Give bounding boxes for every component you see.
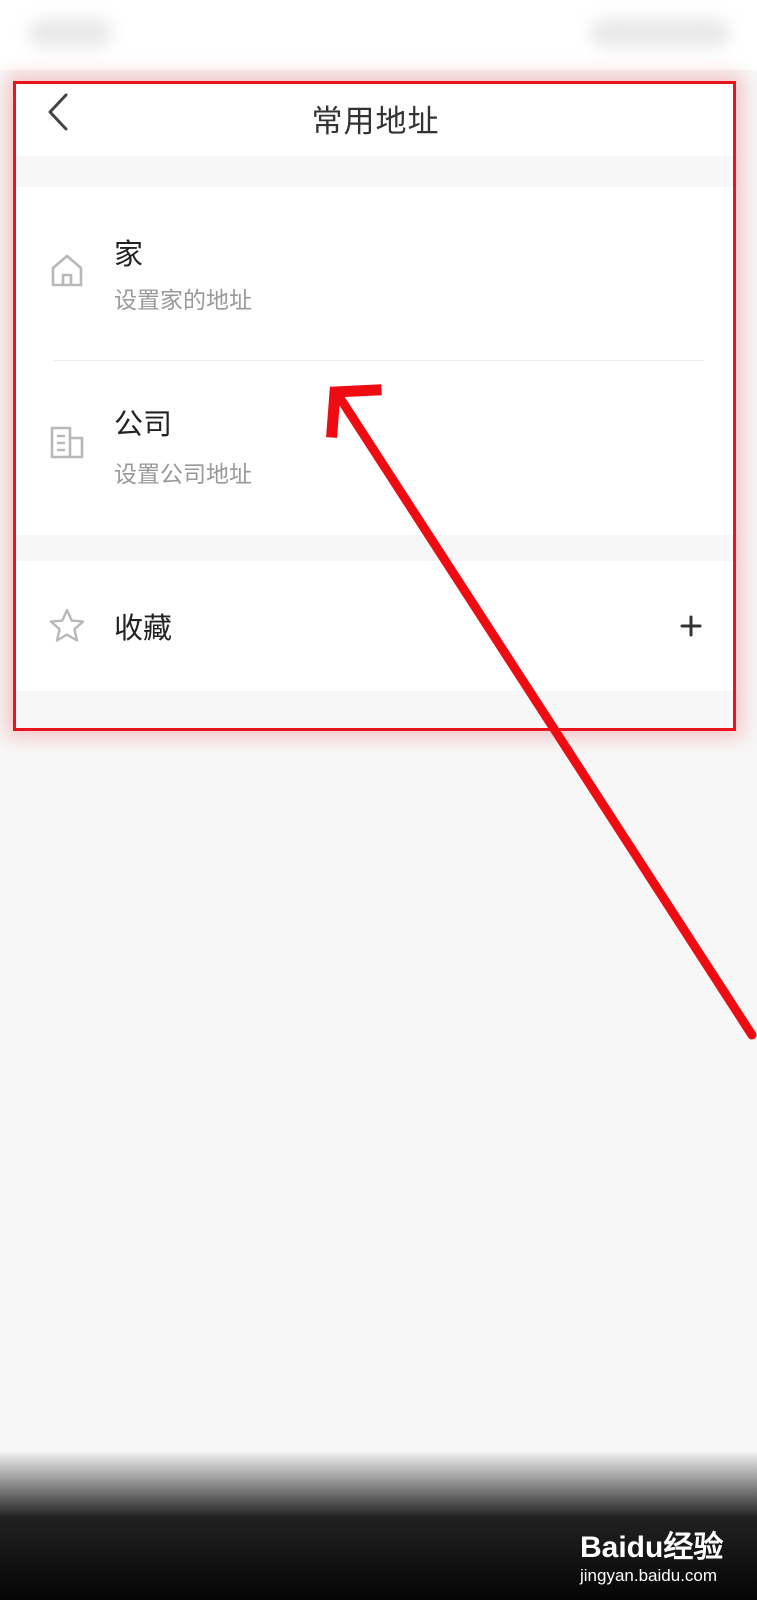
company-subtitle: 设置公司地址 — [114, 462, 252, 488]
watermark-url: jingyan.baidu.com — [580, 1566, 718, 1585]
home-icon — [51, 254, 83, 287]
company-title: 公司 — [114, 407, 173, 441]
status-icons-blurred — [590, 18, 730, 48]
baidu-watermark: Baidu经验 jingyan.baidu.com — [580, 1522, 740, 1592]
favorites-card: 收藏 — [14, 561, 737, 691]
home-address-row[interactable]: 家 设置家的地址 — [14, 187, 737, 360]
section-gap — [14, 156, 737, 187]
navigation-bar: 常用地址 — [14, 82, 737, 156]
status-time-blurred — [28, 18, 112, 48]
address-card: 家 设置家的地址 公司 设置公司地址 — [14, 187, 737, 535]
status-bar — [0, 0, 757, 70]
favorites-row[interactable]: 收藏 — [14, 561, 737, 691]
company-address-row[interactable]: 公司 设置公司地址 — [14, 361, 737, 535]
watermark-brand: Baidu经验 — [580, 1531, 724, 1564]
plus-icon — [680, 615, 702, 637]
star-icon — [49, 608, 85, 642]
home-subtitle: 设置家的地址 — [114, 288, 252, 314]
favorites-label: 收藏 — [114, 611, 173, 645]
home-title: 家 — [114, 237, 144, 271]
page-title: 常用地址 — [311, 104, 440, 140]
add-favorite-button[interactable] — [669, 604, 713, 648]
section-gap — [14, 535, 737, 561]
building-icon — [50, 426, 84, 459]
